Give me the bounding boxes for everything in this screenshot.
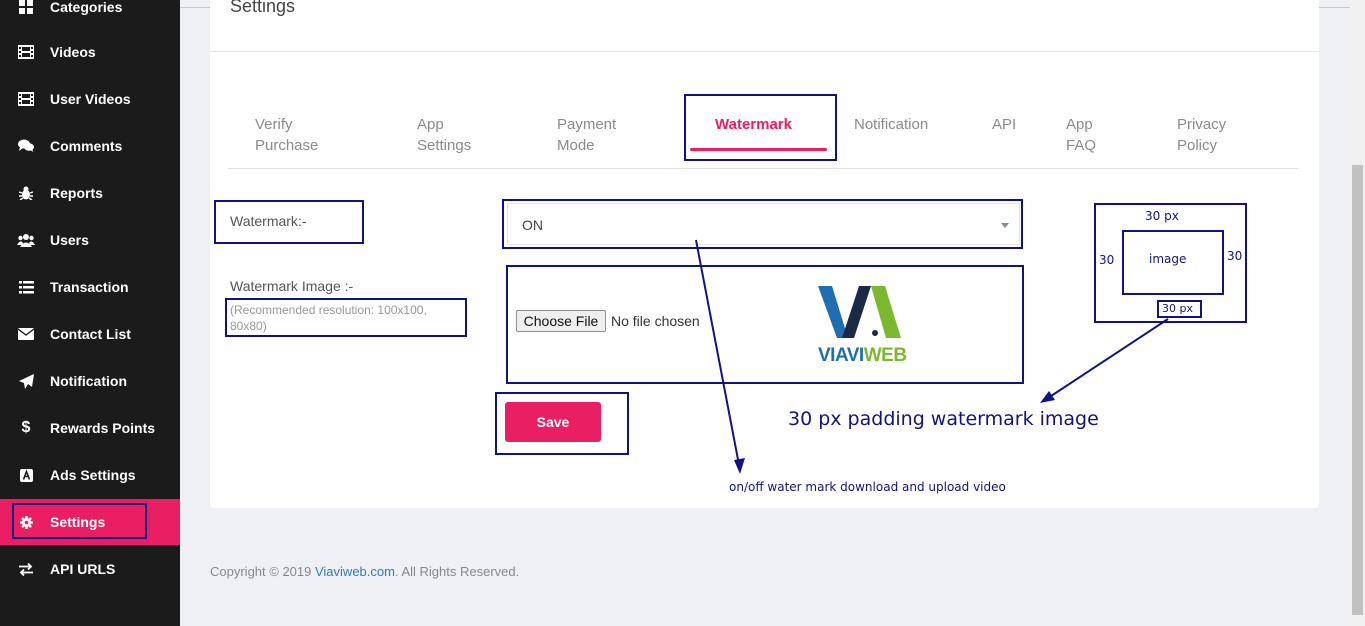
padding-right-label: 30 <box>1227 249 1243 263</box>
padding-top-label: 30 px <box>1145 209 1179 223</box>
padding-bottom-label: 30 px <box>1162 302 1193 315</box>
tab-label-line2: FAQ <box>1066 137 1097 154</box>
annotation-box-tab <box>684 94 837 161</box>
tab-verify-purchase[interactable]: Verify Purchase <box>255 114 318 156</box>
list-icon <box>17 278 35 296</box>
sidebar-item-label: Notification <box>50 373 127 389</box>
sidebar-item-reports[interactable]: Reports <box>0 170 180 216</box>
sidebar-item-label: Reports <box>50 185 103 201</box>
comments-icon <box>17 137 35 155</box>
footer: Copyright © 2019 Viaviweb.com. All Right… <box>210 564 519 579</box>
sidebar-item-user-videos[interactable]: User Videos <box>0 76 180 122</box>
tab-notification[interactable]: Notification <box>854 114 928 135</box>
footer-prefix: Copyright © 2019 <box>210 564 315 579</box>
tab-label-line1: App <box>1066 116 1093 133</box>
tab-label-line2: Settings <box>417 137 472 154</box>
footer-link[interactable]: Viaviweb.com <box>315 564 395 579</box>
tab-label-line1: Privacy <box>1177 116 1227 133</box>
dollar-icon: $ <box>21 419 31 436</box>
sidebar-item-label: Users <box>50 232 89 248</box>
sidebar-item-categories[interactable]: Categories <box>0 0 180 30</box>
annotation-box-settings <box>12 503 147 539</box>
sidebar-item-label: API URLS <box>50 561 116 577</box>
tab-label-line2: Mode <box>557 137 595 154</box>
tab-label-line1: Verify <box>255 116 293 133</box>
card-divider <box>210 51 1319 52</box>
page-title: Settings <box>230 0 296 16</box>
toggle-note: on/off water mark download and upload vi… <box>729 480 1006 494</box>
bug-icon <box>17 184 35 202</box>
sidebar-item-ads-settings[interactable]: Ads Settings <box>0 452 180 498</box>
tab-app-faq[interactable]: App FAQ <box>1066 114 1096 156</box>
sidebar-item-label: Ads Settings <box>50 467 136 483</box>
sidebar-item-label: Videos <box>50 44 96 60</box>
users-icon <box>17 231 35 249</box>
sidebar-item-label: User Videos <box>50 91 131 107</box>
sidebar-item-comments[interactable]: Comments <box>0 123 180 169</box>
padding-left-label: 30 <box>1099 253 1115 267</box>
exchange-icon <box>17 560 35 578</box>
image-label: image <box>1149 252 1187 266</box>
sidebar-item-videos[interactable]: Videos <box>0 29 180 75</box>
sidebar-item-rewards-points[interactable]: $ Rewards Points <box>0 405 180 451</box>
annotation-box-hint <box>225 298 467 337</box>
footer-suffix: . All Rights Reserved. <box>394 564 520 579</box>
tab-app-settings[interactable]: App Settings <box>417 114 471 156</box>
grid-icon <box>17 0 35 16</box>
tab-label-line1: Notification <box>854 116 929 133</box>
sidebar-item-api-urls[interactable]: API URLS <box>0 546 180 592</box>
tabs-divider <box>228 168 1298 169</box>
annotation-box-select <box>502 199 1023 249</box>
tab-label-line1: App <box>417 116 444 133</box>
sidebar-item-label: Comments <box>50 138 123 154</box>
tab-api[interactable]: API <box>992 114 1016 135</box>
envelope-icon <box>17 325 35 343</box>
film-icon <box>17 90 35 108</box>
tab-label-line1: API <box>992 116 1017 133</box>
tab-privacy-policy[interactable]: Privacy Policy <box>1177 114 1226 156</box>
annotation-box-file <box>506 265 1024 384</box>
sidebar-item-label: Categories <box>50 0 123 15</box>
tab-payment-mode[interactable]: Payment Mode <box>557 114 616 156</box>
sidebar-item-contact-list[interactable]: Contact List <box>0 311 180 357</box>
sidebar-item-notification[interactable]: Notification <box>0 358 180 404</box>
tab-label-line2: Policy <box>1177 137 1218 154</box>
sidebar-item-label: Contact List <box>50 326 131 342</box>
paper-plane-icon <box>17 372 35 390</box>
film-icon <box>17 43 35 61</box>
watermark-image-label: Watermark Image :- <box>230 278 354 294</box>
sidebar-item-label: Rewards Points <box>50 420 156 436</box>
sidebar-item-label: Transaction <box>50 279 129 295</box>
tab-label-line1: Payment <box>557 116 617 133</box>
padding-note: 30 px padding watermark image <box>788 408 1099 430</box>
annotation-box-save <box>495 392 629 455</box>
scrollbar-thumb[interactable] <box>1352 165 1363 615</box>
ads-icon <box>17 466 35 484</box>
tab-label-line2: Purchase <box>255 137 319 154</box>
annotation-box-watermark-label <box>214 200 364 244</box>
sidebar-item-users[interactable]: Users <box>0 217 180 263</box>
sidebar-item-transaction[interactable]: Transaction <box>0 264 180 310</box>
